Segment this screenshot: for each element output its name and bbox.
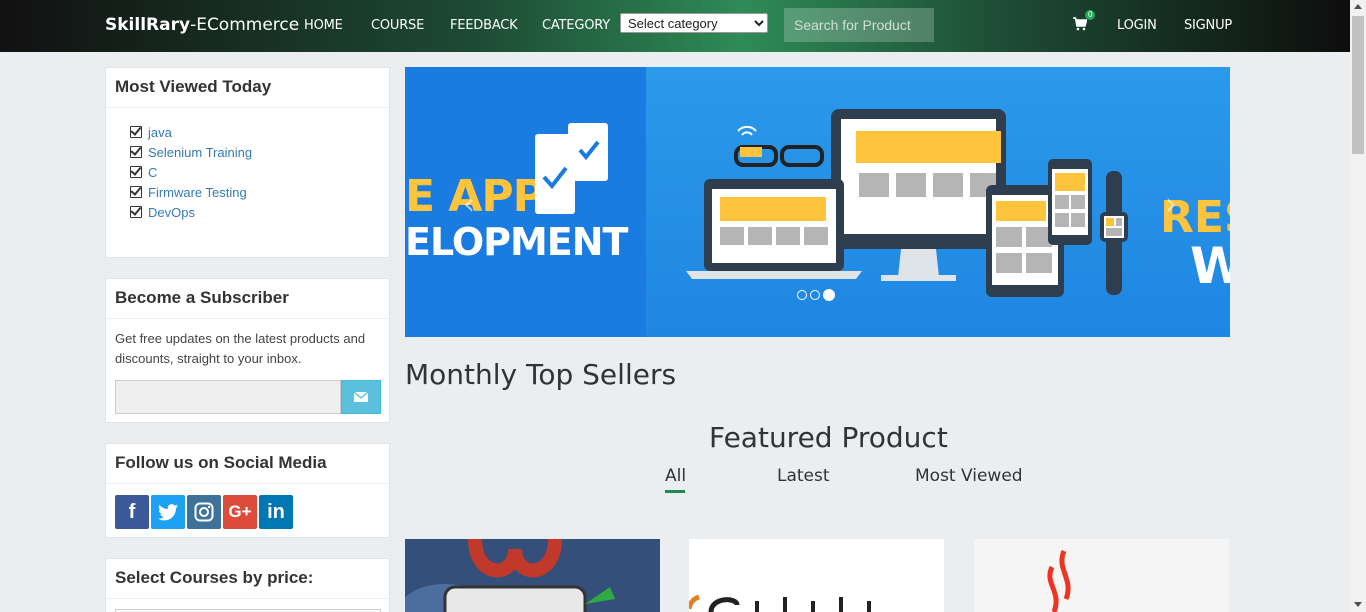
most-viewed-list: java Selenium Training C Firmware Testin… xyxy=(106,108,389,222)
carousel-dot-2[interactable] xyxy=(810,290,820,300)
brand-name-bold: SkillRary xyxy=(105,15,191,35)
product-card[interactable] xyxy=(974,539,1229,612)
facebook-icon[interactable]: f xyxy=(115,495,149,529)
google-plus-icon[interactable]: G+ xyxy=(223,495,257,529)
scroll-down-arrow-icon[interactable] xyxy=(1354,602,1362,607)
banner-right-subheadline: W xyxy=(1190,237,1230,295)
nav-course-link[interactable]: COURSE xyxy=(371,18,424,33)
nav-category-link[interactable]: CATEGORY xyxy=(542,18,610,33)
subscribe-form xyxy=(115,380,381,414)
product-card[interactable] xyxy=(405,539,660,612)
checkbox-checked-icon xyxy=(130,146,142,158)
banner-left-subheadline: ELOPMENT xyxy=(405,220,628,264)
twitter-icon[interactable] xyxy=(151,495,185,529)
list-item[interactable]: Selenium Training xyxy=(130,142,389,162)
subscriber-title: Become a Subscriber xyxy=(106,279,389,319)
scrollbar-thumb[interactable] xyxy=(1352,16,1364,154)
banner-slide-right xyxy=(646,67,1230,337)
product-thumbnail-image xyxy=(689,539,944,612)
nav-home-link[interactable]: HOME xyxy=(304,18,343,33)
most-viewed-link[interactable]: C xyxy=(148,165,157,180)
brand-logo[interactable]: SkillRary-ECommerce xyxy=(105,15,299,35)
list-item[interactable]: Firmware Testing xyxy=(130,182,389,202)
price-filter-panel: Select Courses by price: xyxy=(105,558,390,612)
price-filter-title: Select Courses by price: xyxy=(106,559,389,599)
linkedin-icon[interactable]: in xyxy=(259,495,293,529)
list-item[interactable]: DevOps xyxy=(130,202,389,222)
checkbox-checked-icon xyxy=(130,126,142,138)
brand-name-suffix: -ECommerce xyxy=(190,15,300,35)
signup-link[interactable]: SIGNUP xyxy=(1184,18,1232,33)
product-thumbnail-image xyxy=(405,539,660,612)
checkbox-checked-icon xyxy=(130,206,142,218)
envelope-icon xyxy=(354,392,368,402)
carousel-prev-arrow-icon[interactable]: ‹ xyxy=(463,187,475,222)
social-title: Follow us on Social Media xyxy=(106,444,389,484)
cart-count-badge: 0 xyxy=(1085,10,1096,20)
shopping-cart-icon[interactable] xyxy=(1073,17,1087,31)
carousel-indicators xyxy=(797,289,835,301)
product-card[interactable] xyxy=(689,539,944,612)
category-select[interactable]: Select category xyxy=(620,13,768,33)
mobile-check-illustration-icon xyxy=(535,123,608,214)
top-navbar: SkillRary-ECommerce HOME COURSE FEEDBACK… xyxy=(0,0,1350,52)
featured-product-heading: Featured Product xyxy=(709,421,948,454)
active-tab-underline xyxy=(665,490,685,493)
subscribe-email-input[interactable] xyxy=(115,380,341,414)
most-viewed-link[interactable]: Firmware Testing xyxy=(148,185,247,200)
instagram-camera-icon xyxy=(194,502,214,522)
list-item[interactable]: java xyxy=(130,122,389,142)
social-icon-row: f G+ in xyxy=(115,495,293,529)
twitter-bird-icon xyxy=(158,503,178,520)
most-viewed-title: Most Viewed Today xyxy=(106,68,389,108)
most-viewed-link[interactable]: Selenium Training xyxy=(148,145,252,160)
tab-all[interactable]: All xyxy=(665,466,686,486)
page-scrollbar[interactable] xyxy=(1350,0,1366,612)
checkbox-checked-icon xyxy=(130,186,142,198)
banner-slide-left: E APP ELOPMENT xyxy=(405,67,646,337)
responsive-devices-illustration-icon xyxy=(686,109,1128,297)
tab-latest[interactable]: Latest xyxy=(777,466,830,486)
social-panel: Follow us on Social Media f G+ in xyxy=(105,443,390,538)
list-item[interactable]: C xyxy=(130,162,389,182)
login-link[interactable]: LOGIN xyxy=(1117,18,1157,33)
scroll-up-arrow-icon[interactable] xyxy=(1354,4,1362,9)
carousel-dot-3[interactable] xyxy=(823,289,835,301)
checkbox-checked-icon xyxy=(130,166,142,178)
subscribe-button[interactable] xyxy=(341,380,381,414)
subscriber-panel: Become a Subscriber Get free updates on … xyxy=(105,278,390,423)
carousel-dot-1[interactable] xyxy=(797,290,807,300)
hero-carousel[interactable]: E APP ELOPMENT RE W ‹ › xyxy=(405,67,1230,337)
most-viewed-link[interactable]: DevOps xyxy=(148,205,195,220)
monthly-top-sellers-heading: Monthly Top Sellers xyxy=(405,358,677,391)
instagram-icon[interactable] xyxy=(187,495,221,529)
product-search-input[interactable] xyxy=(784,8,934,42)
most-viewed-link[interactable]: java xyxy=(148,125,172,140)
nav-feedback-link[interactable]: FEEDBACK xyxy=(450,18,518,33)
carousel-next-arrow-icon[interactable]: › xyxy=(1165,187,1177,222)
subscriber-description: Get free updates on the latest products … xyxy=(115,331,366,366)
most-viewed-panel: Most Viewed Today java Selenium Training… xyxy=(105,67,390,258)
tab-most-viewed[interactable]: Most Viewed xyxy=(915,466,1023,486)
product-thumbnail-image xyxy=(974,539,1229,612)
